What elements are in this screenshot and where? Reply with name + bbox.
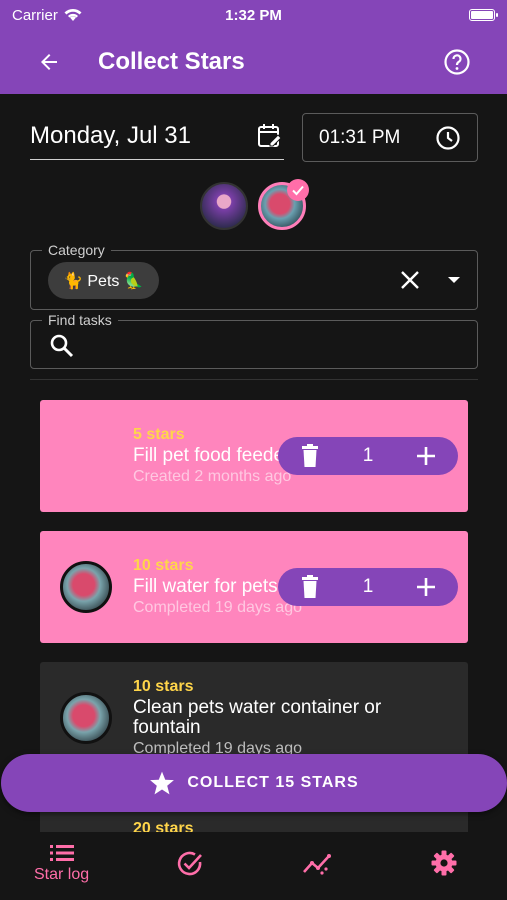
avatar[interactable] [200,182,248,230]
task-title: Clean pets water container or fountain [133,697,382,738]
nav-item-settings[interactable] [431,850,457,876]
wifi-icon [64,8,82,21]
task-stars: 10 stars [133,678,194,695]
time-value: 01:31 PM [319,126,401,148]
collect-label: COLLECT 15 STARS [187,774,359,791]
battery-icon [469,9,498,21]
category-label: Category [42,242,111,258]
find-tasks-label: Find tasks [42,312,118,328]
caret-down-icon [448,277,460,283]
close-icon [401,271,419,289]
divider [30,379,478,380]
nav-item-stats[interactable] [302,852,332,876]
trash-icon[interactable] [300,575,320,599]
gear-icon [431,850,457,876]
date-field[interactable]: Monday, Jul 31 [30,112,284,160]
clear-button[interactable] [399,269,421,296]
check-circle-icon [177,851,202,876]
chip-label: 🐈 Pets 🦜 [63,272,144,290]
avatar [60,692,112,744]
carrier-label: Carrier [12,6,58,24]
plus-icon[interactable] [416,446,436,466]
quantity-value: 1 [362,445,374,466]
quantity-value: 1 [362,576,374,597]
collect-stars-button[interactable]: COLLECT 15 STARS [1,754,507,812]
category-chip[interactable]: 🐈 Pets 🦜 [48,262,159,299]
chart-icon [303,854,331,875]
member-avatars [200,179,309,230]
task-card[interactable]: 5 stars Fill pet food feeder Created 2 m… [40,400,468,512]
status-left: Carrier [12,7,82,24]
back-button[interactable] [22,35,76,89]
plus-icon[interactable] [416,577,436,597]
calendar-edit-icon[interactable] [256,122,284,150]
task-text: 20 stars [133,820,453,832]
task-stars: 20 stars [133,820,194,832]
bottom-nav: Star log [0,832,507,900]
category-field[interactable]: Category 🐈 Pets 🦜 [30,242,478,310]
clock-icon[interactable] [435,125,461,151]
app-bar: Collect Stars [0,30,507,94]
quantity-stepper[interactable]: 1 [278,568,458,606]
task-card[interactable]: 10 stars Fill water for pets Completed 1… [40,531,468,643]
search-icon [49,333,75,364]
trash-icon[interactable] [300,444,320,468]
star-icon [150,771,175,795]
help-circle-icon [444,49,470,75]
list-icon [49,845,74,861]
avatar [60,561,112,613]
quantity-stepper[interactable]: 1 [278,437,458,475]
nav-label-star-log: Star log [34,866,90,883]
help-button[interactable] [435,40,479,84]
dropdown-button[interactable] [445,273,463,292]
arrow-left-icon [41,54,57,70]
nav-item-tasks[interactable] [176,850,204,878]
date-value: Monday, Jul 31 [30,121,191,149]
find-tasks-field[interactable]: Find tasks [30,312,478,369]
task-text: 10 stars Clean pets water container or f… [133,678,453,758]
status-time: 1:32 PM [225,6,282,24]
nav-item-star-log[interactable]: Star log [34,844,89,884]
avatar-selected[interactable] [258,179,309,230]
check-icon [287,179,309,201]
status-bar: Carrier 1:32 PM [0,0,507,30]
time-field[interactable]: 01:31 PM [302,113,478,162]
page-title: Collect Stars [98,48,245,75]
